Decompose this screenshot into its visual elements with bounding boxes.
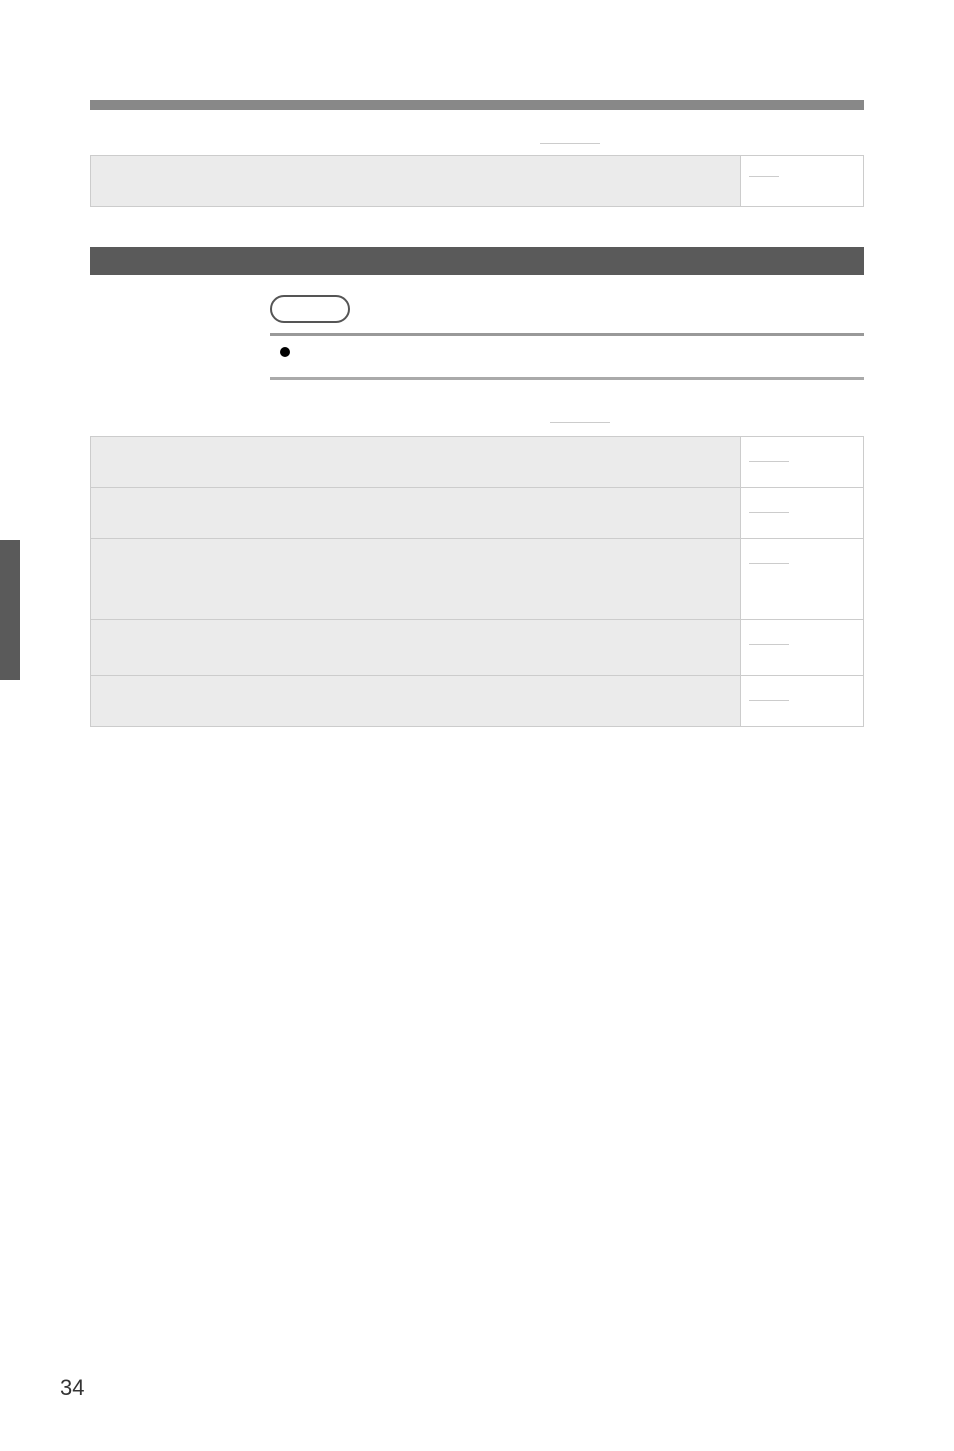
section-title-band [90, 247, 864, 275]
underline-decoration [550, 422, 610, 423]
table-row [91, 620, 863, 676]
table2-label-cell [91, 539, 741, 619]
table-row [91, 539, 863, 620]
table2-value-cell [741, 488, 863, 538]
underline-decoration [749, 563, 789, 564]
table2-value-cell [741, 676, 863, 726]
table1-value-cell [741, 156, 863, 206]
underline-decoration [749, 512, 789, 513]
table-row [91, 676, 863, 726]
table2-label-cell [91, 437, 741, 487]
pill-button-icon [270, 295, 350, 323]
table-row [91, 437, 863, 488]
table1 [90, 155, 864, 207]
table1-label-cell [91, 156, 741, 206]
underline-decoration [749, 176, 779, 177]
divider [270, 333, 864, 336]
page-number: 34 [60, 1375, 84, 1401]
underline-decoration [749, 700, 789, 701]
table2-label-cell [91, 676, 741, 726]
underline-decoration [540, 143, 600, 144]
section2-header [90, 410, 864, 428]
table2-label-cell [91, 620, 741, 675]
header-bar [90, 100, 864, 110]
table2 [90, 436, 864, 727]
bullet-icon [280, 347, 290, 357]
page-content: 34 [0, 100, 954, 727]
underline-decoration [749, 644, 789, 645]
button-row [90, 295, 864, 328]
table2-label-cell [91, 488, 741, 538]
section1-header [90, 135, 864, 147]
table-row [91, 488, 863, 539]
table2-value-cell [741, 539, 863, 619]
table2-value-cell [741, 437, 863, 487]
side-tab [0, 540, 20, 680]
table2-value-cell [741, 620, 863, 675]
divider [270, 377, 864, 380]
underline-decoration [749, 461, 789, 462]
bullet-item [90, 344, 864, 362]
